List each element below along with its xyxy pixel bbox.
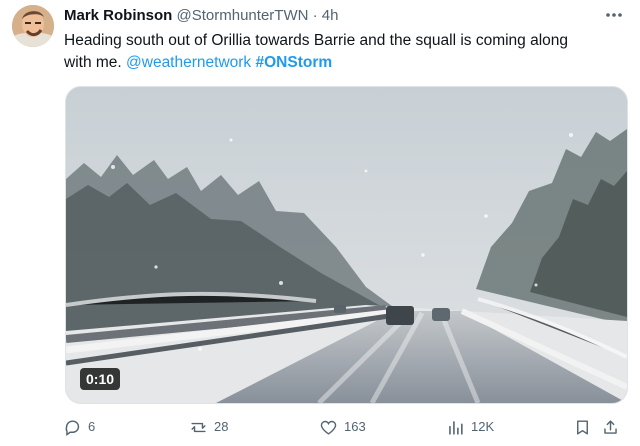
more-options-icon[interactable] [602,4,626,26]
reply-count: 6 [88,419,96,434]
author-name[interactable]: Mark Robinson [64,7,172,24]
video-player[interactable]: 0:10 [65,86,628,404]
snowy-highway-video-frame [66,87,627,403]
heart-icon [320,420,337,435]
tweet-actions: 6 28 163 12K [63,414,623,440]
post-time[interactable]: 4h [322,7,339,24]
time-separator: · [312,7,318,24]
repost-button[interactable]: 28 [189,414,228,440]
tweet-text-line: Heading south out of Orillia towards Bar… [64,32,569,49]
like-count: 163 [344,419,366,434]
profile-photo-icon [12,5,54,47]
view-count: 12K [471,419,495,434]
reply-icon [65,419,80,436]
views-button[interactable]: 12K [446,414,494,440]
avatar[interactable] [12,5,54,47]
video-duration-badge: 0:10 [80,368,121,390]
repost-count: 28 [214,419,229,434]
onstorm-hashtag-link[interactable]: #ONStorm [255,54,332,71]
share-icon [604,419,617,434]
like-button[interactable]: 163 [319,414,366,440]
tweet-header: Mark Robinson @StormhunterTWN · 4h [64,6,626,28]
weathernetwork-mention-link[interactable]: @weathernetwork [126,54,251,71]
repost-icon [191,422,206,432]
analytics-icon [449,420,463,435]
author-handle[interactable]: @StormhunterTWN [177,7,309,24]
tweet-text: Heading south out of Orillia towards Bar… [64,30,630,74]
tweet-text-line: with me. @weathernetwork #ONStorm [64,52,630,74]
share-button[interactable] [601,414,620,440]
tweet-text-fragment: with me. [64,54,127,71]
reply-button[interactable]: 6 [63,414,95,440]
bookmark-icon [577,419,588,435]
bookmark-button[interactable] [573,414,592,440]
